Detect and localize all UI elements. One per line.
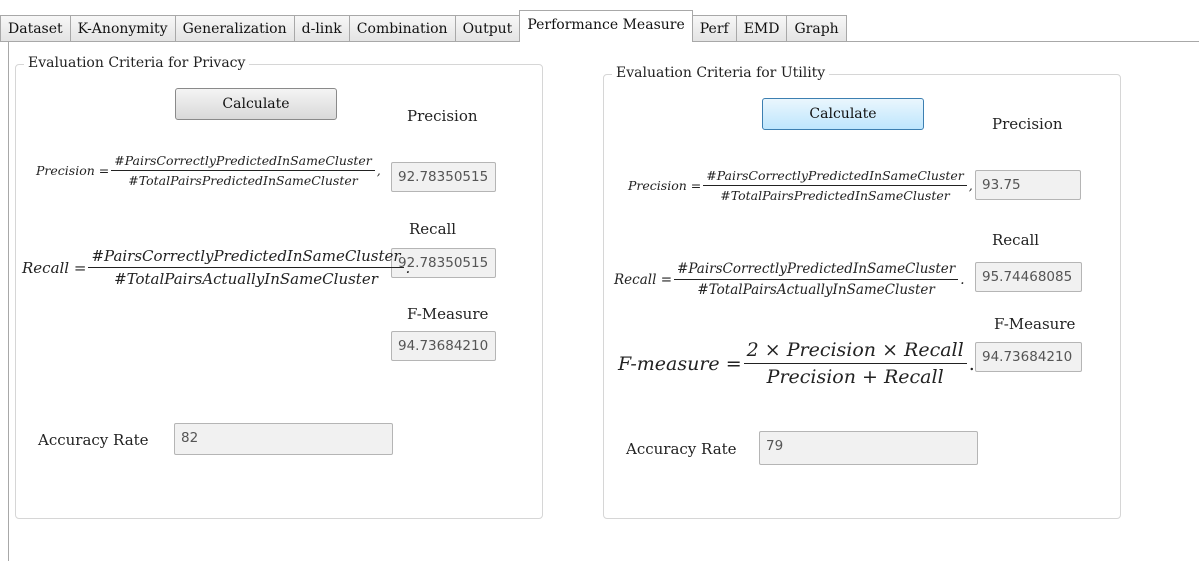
formula-numerator: #PairsCorrectlyPredictedInSameCluster (703, 168, 967, 186)
tab-performance-measure[interactable]: Performance Measure (519, 10, 693, 42)
privacy-fmeasure-field[interactable]: 94.73684210 (391, 331, 496, 361)
formula-denominator: Precision + Recall (766, 366, 944, 388)
tab-generalization[interactable]: Generalization (174, 15, 295, 42)
privacy-recall-label: Recall (409, 220, 457, 238)
tab-panel-left-border (8, 42, 9, 561)
formula-denominator: #TotalPairsActuallyInSameCluster (697, 282, 935, 298)
tab-emd[interactable]: EMD (735, 15, 788, 42)
formula-tail: . (405, 258, 411, 277)
formula-lhs: Precision = (36, 163, 110, 178)
formula-lhs: Precision = (628, 178, 702, 193)
formula-fraction: #PairsCorrectlyPredictedInSameCluster #T… (674, 261, 959, 298)
privacy-precision-field[interactable]: 92.78350515 (391, 162, 496, 192)
utility-precision-field[interactable]: 93.75 (975, 170, 1081, 200)
tab-combination[interactable]: Combination (348, 15, 456, 42)
formula-numerator: #PairsCorrectlyPredictedInSameCluster (111, 153, 375, 171)
utility-recall-field[interactable]: 95.74468085 (975, 262, 1082, 292)
privacy-recall-formula: Recall = #PairsCorrectlyPredictedInSameC… (22, 247, 410, 288)
utility-fmeasure-formula: F-measure = 2 × Precision × Recall Preci… (618, 339, 975, 388)
formula-tail: . (968, 352, 975, 375)
privacy-group: Evaluation Criteria for Privacy Calculat… (15, 55, 543, 519)
privacy-precision-formula: Precision = #PairsCorrectlyPredictedInSa… (36, 153, 381, 188)
tab-d-link[interactable]: d-link (293, 15, 350, 42)
tab-output[interactable]: Output (454, 15, 521, 42)
formula-fraction: 2 × Precision × Recall Precision + Recal… (743, 339, 967, 388)
formula-denominator: #TotalPairsActuallyInSameCluster (114, 270, 378, 288)
privacy-precision-label: Precision (407, 107, 478, 125)
tab-k-anonymity[interactable]: K-Anonymity (69, 15, 176, 42)
formula-lhs: Recall = (22, 258, 87, 277)
formula-lhs: Recall = (614, 271, 673, 288)
tab-dataset[interactable]: Dataset (0, 15, 71, 42)
utility-fmeasure-field[interactable]: 94.73684210 (975, 342, 1082, 372)
formula-denominator: #TotalPairsPredictedInSameCluster (128, 173, 358, 188)
utility-accuracy-label: Accuracy Rate (626, 440, 737, 458)
tab-bar: Dataset K-Anonymity Generalization d-lin… (0, 10, 847, 42)
formula-fraction: #PairsCorrectlyPredictedInSameCluster #T… (111, 153, 375, 188)
formula-fraction: #PairsCorrectlyPredictedInSameCluster #T… (703, 168, 967, 203)
utility-recall-label: Recall (992, 231, 1040, 249)
formula-tail: , (376, 163, 381, 178)
tab-graph[interactable]: Graph (786, 15, 847, 42)
utility-group: Evaluation Criteria for Utility Calculat… (603, 65, 1121, 519)
formula-numerator: #PairsCorrectlyPredictedInSameCluster (674, 261, 959, 280)
formula-tail: . (960, 271, 965, 288)
utility-accuracy-field[interactable]: 79 (759, 431, 978, 465)
formula-denominator: #TotalPairsPredictedInSameCluster (720, 188, 950, 203)
utility-precision-label: Precision (992, 115, 1063, 133)
privacy-group-legend: Evaluation Criteria for Privacy (24, 55, 250, 71)
utility-group-legend: Evaluation Criteria for Utility (612, 65, 830, 81)
utility-calculate-button[interactable]: Calculate (762, 98, 924, 130)
privacy-fmeasure-label: F-Measure (407, 305, 489, 323)
formula-numerator: #PairsCorrectlyPredictedInSameCluster (88, 247, 404, 268)
privacy-calculate-button[interactable]: Calculate (175, 88, 337, 120)
formula-numerator: 2 × Precision × Recall (743, 339, 967, 364)
formula-lhs: F-measure = (618, 352, 742, 375)
utility-precision-formula: Precision = #PairsCorrectlyPredictedInSa… (628, 168, 973, 203)
formula-fraction: #PairsCorrectlyPredictedInSameCluster #T… (88, 247, 404, 288)
privacy-accuracy-field[interactable]: 82 (174, 423, 393, 455)
utility-recall-formula: Recall = #PairsCorrectlyPredictedInSameC… (614, 261, 965, 298)
tab-perf[interactable]: Perf (691, 15, 737, 42)
privacy-accuracy-label: Accuracy Rate (38, 431, 149, 449)
formula-tail: , (968, 178, 973, 193)
utility-fmeasure-label: F-Measure (994, 315, 1076, 333)
